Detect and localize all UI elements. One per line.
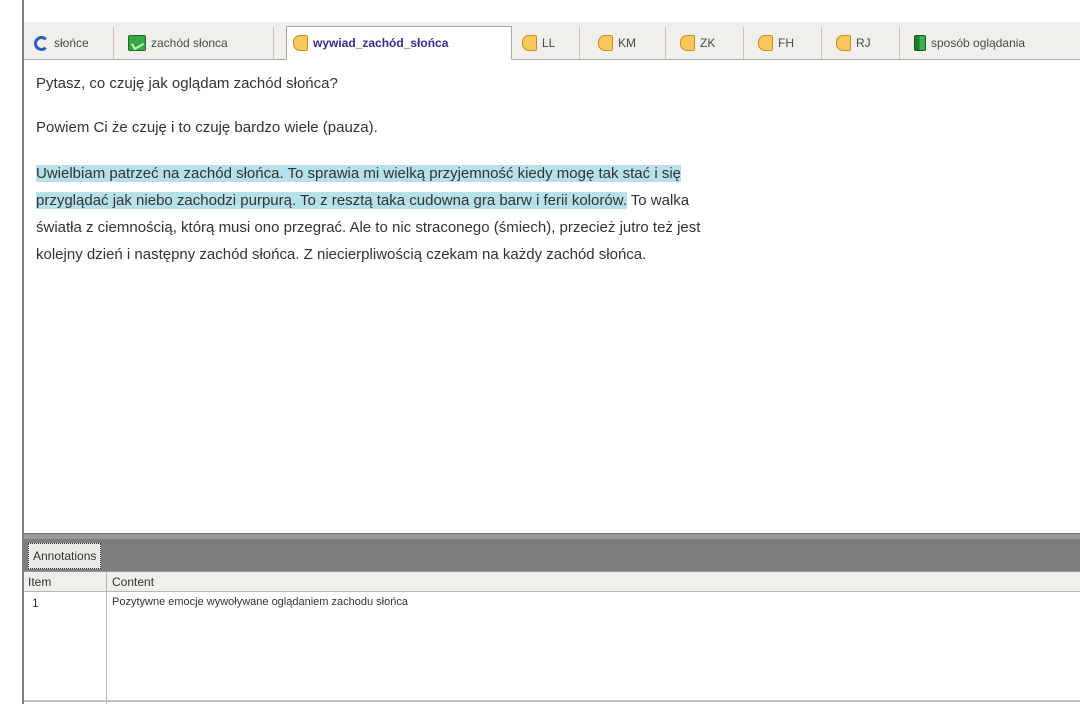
highlighted-text[interactable]: Uwielbiam patrzeć na zachód słońca. To s… — [36, 165, 681, 182]
tab-label: KM — [618, 36, 636, 50]
row-content: Pozytywne emocje wywoływane oglądaniem z… — [112, 596, 408, 608]
tab-label: sposób oglądania — [931, 36, 1026, 50]
row-item-number: 1 — [32, 596, 39, 610]
document-line: światła z ciemnością, którą musi ono prz… — [36, 219, 701, 236]
tab-label: wywiad_zachód_słońca — [313, 36, 449, 50]
annotations-tab[interactable]: Annotations — [28, 543, 102, 569]
tab-fh[interactable]: FH — [752, 27, 822, 59]
column-header-content[interactable]: Content — [112, 575, 154, 589]
tab-sposob-ogladania[interactable]: sposób oglądania — [908, 27, 1076, 59]
tab-wywiad-zachod-slonca[interactable]: wywiad_zachód_słońca — [286, 26, 512, 60]
column-header-item[interactable]: Item — [28, 575, 51, 589]
image-icon — [128, 35, 146, 51]
tab-km[interactable]: KM — [592, 27, 666, 59]
bottom-divider — [24, 700, 1080, 702]
tab-rj[interactable]: RJ — [830, 27, 900, 59]
cycle-icon — [34, 35, 49, 51]
document-text: To walka — [626, 192, 690, 209]
document-text-area[interactable]: Pytasz, co czuję jak oglądam zachód słoń… — [24, 61, 1080, 533]
tab-label: zachód słonca — [151, 36, 228, 50]
column-divider — [106, 572, 107, 704]
document-paragraph: Powiem Ci że czuję i to czuję bardzo wie… — [36, 119, 378, 136]
highlighted-text[interactable]: przyglądać jak niebo zachodzi purpurą. T… — [36, 192, 627, 209]
document-paragraph: Pytasz, co czuję jak oglądam zachód słoń… — [36, 75, 338, 92]
annotations-table: Item Content 1 Pozytywne emocje wywoływa… — [24, 571, 1080, 704]
tab-zk[interactable]: ZK — [674, 27, 744, 59]
tab-label: RJ — [856, 36, 871, 50]
annotations-panel-header: Annotations — [24, 539, 1080, 571]
tab-label: ZK — [700, 36, 716, 50]
tab-ll[interactable]: LL — [516, 27, 580, 59]
document-icon — [680, 35, 695, 51]
tab-label: LL — [542, 36, 556, 50]
table-header-row: Item Content — [24, 572, 1080, 592]
left-rail — [0, 0, 22, 704]
document-line: Uwielbiam patrzeć na zachód słońca. To s… — [36, 163, 681, 185]
document-icon — [522, 35, 537, 51]
document-icon — [293, 35, 308, 51]
document-line: kolejny dzień i następny zachód słońca. … — [36, 246, 647, 263]
tab-label: słońce — [54, 36, 89, 50]
document-tab-bar: słońce zachód słonca wywiad_zachód_słońc… — [24, 22, 1080, 60]
document-icon — [598, 35, 613, 51]
document-line: przyglądać jak niebo zachodzi purpurą. T… — [36, 190, 689, 212]
tab-zachod-slonca[interactable]: zachód słonca — [122, 27, 274, 59]
tab-label: FH — [778, 36, 794, 50]
book-icon — [914, 35, 926, 51]
tab-slonce[interactable]: słońce — [28, 27, 114, 59]
document-icon — [836, 35, 851, 51]
document-icon — [758, 35, 773, 51]
